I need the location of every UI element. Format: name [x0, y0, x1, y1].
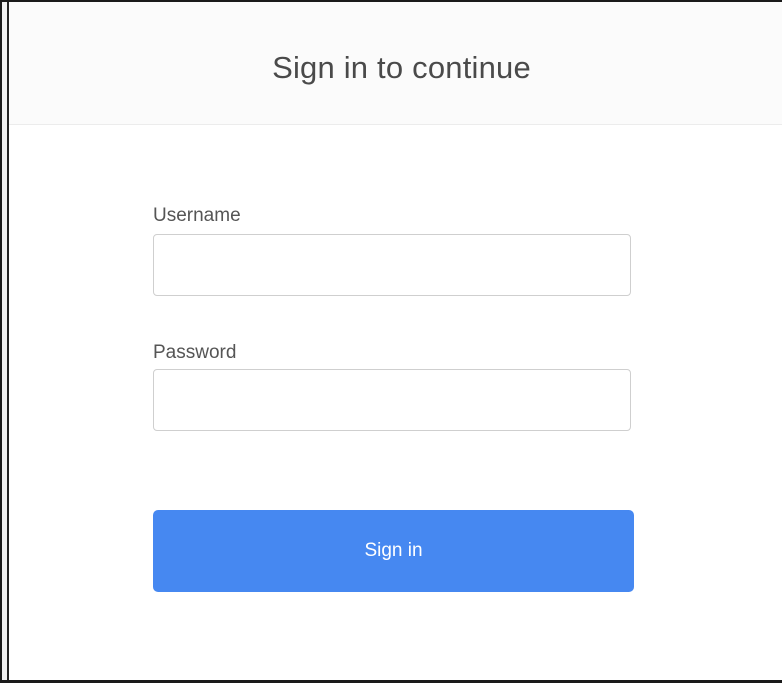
login-header: Sign in to continue: [9, 2, 782, 125]
sign-in-button[interactable]: Sign in: [153, 510, 634, 592]
username-label: Username: [153, 205, 241, 226]
password-input[interactable]: [153, 369, 631, 431]
username-input[interactable]: [153, 234, 631, 296]
password-label: Password: [153, 342, 237, 363]
page-title: Sign in to continue: [272, 50, 531, 85]
login-panel: Sign in to continue Username Password Si…: [9, 2, 782, 680]
